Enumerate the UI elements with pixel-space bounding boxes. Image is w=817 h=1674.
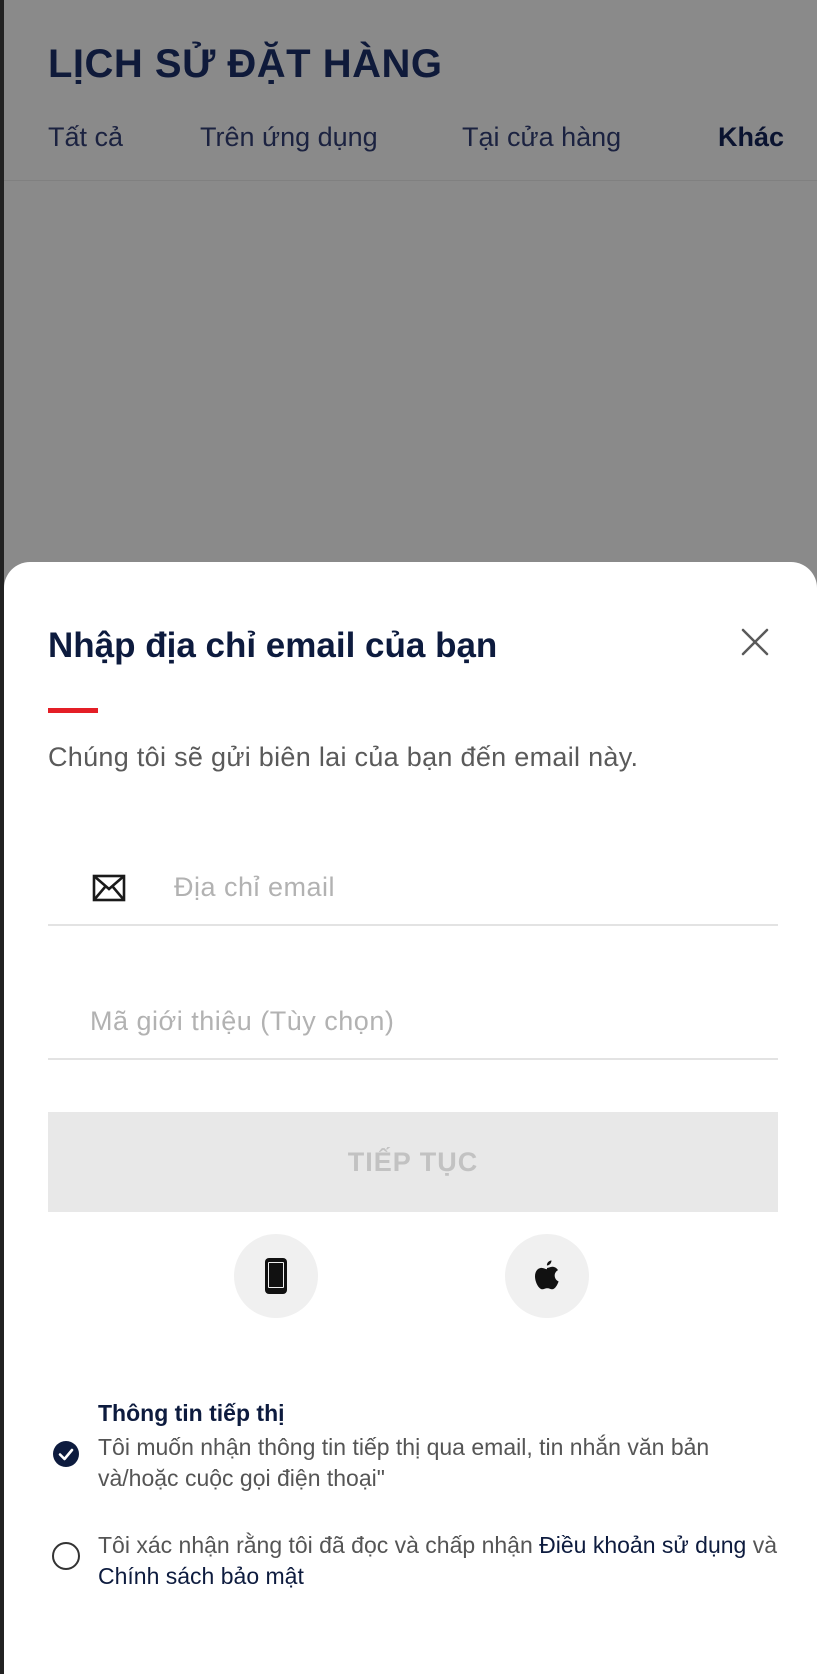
terms-of-use-link[interactable]: Điều khoản sử dụng (539, 1532, 746, 1558)
email-bottom-sheet: Nhập địa chỉ email của bạn Chúng tôi sẽ … (4, 562, 817, 1674)
referral-code-input[interactable] (90, 998, 760, 1044)
privacy-policy-link[interactable]: Chính sách bảo mật (98, 1563, 304, 1589)
close-button[interactable] (737, 624, 773, 660)
tab-all[interactable]: Tất cả (48, 122, 200, 153)
tabs-divider (4, 180, 817, 181)
marketing-text: Tôi muốn nhận thông tin tiếp thị qua ema… (98, 1434, 710, 1491)
envelope-icon (92, 874, 126, 902)
sheet-subtitle: Chúng tôi sẽ gửi biên lai của bạn đến em… (48, 742, 639, 772)
checked-circle-icon[interactable] (52, 1440, 80, 1468)
referral-field (48, 992, 778, 1060)
continue-button[interactable]: TIẾP TỤC (48, 1112, 778, 1212)
close-icon (741, 628, 769, 656)
unchecked-circle-icon[interactable] (52, 1542, 80, 1570)
tab-in-app[interactable]: Trên ứng dụng (200, 122, 462, 153)
apple-login-button[interactable] (505, 1234, 589, 1318)
terms-text-middle: và (746, 1532, 778, 1558)
page-title: LỊCH SỬ ĐẶT HÀNG (48, 42, 443, 86)
marketing-heading: Thông tin tiếp thị (98, 1400, 285, 1426)
tab-in-store[interactable]: Tại cửa hàng (462, 122, 718, 153)
phone-login-button[interactable] (234, 1234, 318, 1318)
email-input[interactable] (174, 864, 764, 910)
terms-text-before: Tôi xác nhận rằng tôi đã đọc và chấp nhậ… (98, 1532, 540, 1558)
screen: LỊCH SỬ ĐẶT HÀNG Tất cả Trên ứng dụng Tạ… (0, 0, 817, 1674)
sheet-title: Nhập địa chỉ email của bạn (48, 626, 498, 665)
apple-icon (535, 1260, 559, 1290)
terms-text: Tôi xác nhận rằng tôi đã đọc và chấp nhậ… (98, 1530, 788, 1592)
email-field (48, 858, 778, 926)
order-tabs: Tất cả Trên ứng dụng Tại cửa hàng Khác (48, 122, 817, 153)
title-accent-bar (48, 708, 98, 713)
tab-other[interactable]: Khác (718, 122, 784, 153)
phone-icon (265, 1258, 287, 1294)
